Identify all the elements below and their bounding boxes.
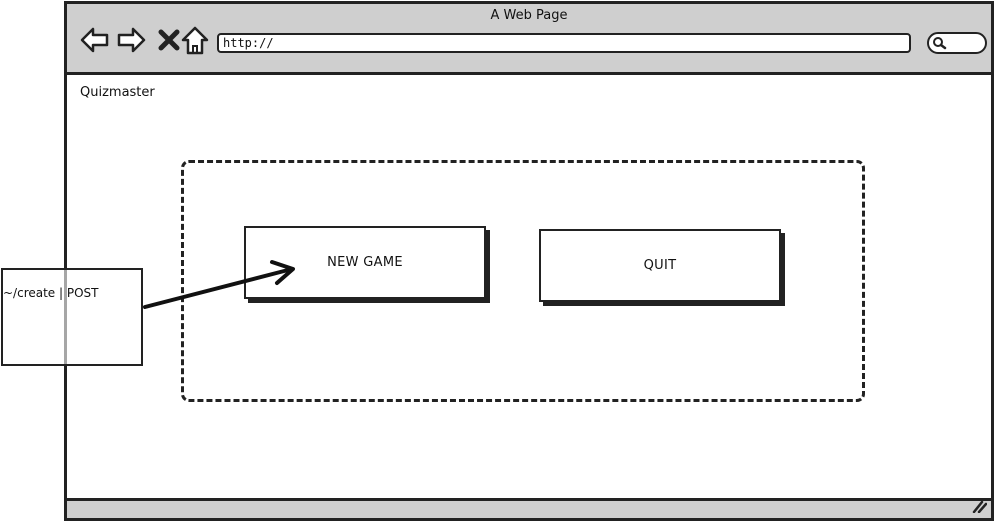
search-field[interactable] <box>927 32 987 54</box>
home-icon[interactable] <box>179 24 211 56</box>
browser-window: A Web Page http:// Quizmaster NEW GAME Q… <box>64 1 994 521</box>
quit-button[interactable]: QUIT <box>539 229 781 302</box>
browser-toolbar: A Web Page http:// <box>67 4 991 75</box>
app-title: Quizmaster <box>80 85 155 100</box>
new-game-button[interactable]: NEW GAME <box>244 226 486 299</box>
back-arrow-icon[interactable] <box>79 24 111 56</box>
resize-grip-icon[interactable] <box>971 498 988 517</box>
wireframe-canvas: A Web Page http:// Quizmaster NEW GAME Q… <box>0 0 999 527</box>
search-icon <box>933 37 947 50</box>
window-title: A Web Page <box>490 8 568 23</box>
forward-arrow-icon[interactable] <box>115 24 147 56</box>
annotation-note: ~/create | POST <box>1 268 143 366</box>
status-bar <box>67 498 991 518</box>
address-bar[interactable]: http:// <box>217 33 911 53</box>
